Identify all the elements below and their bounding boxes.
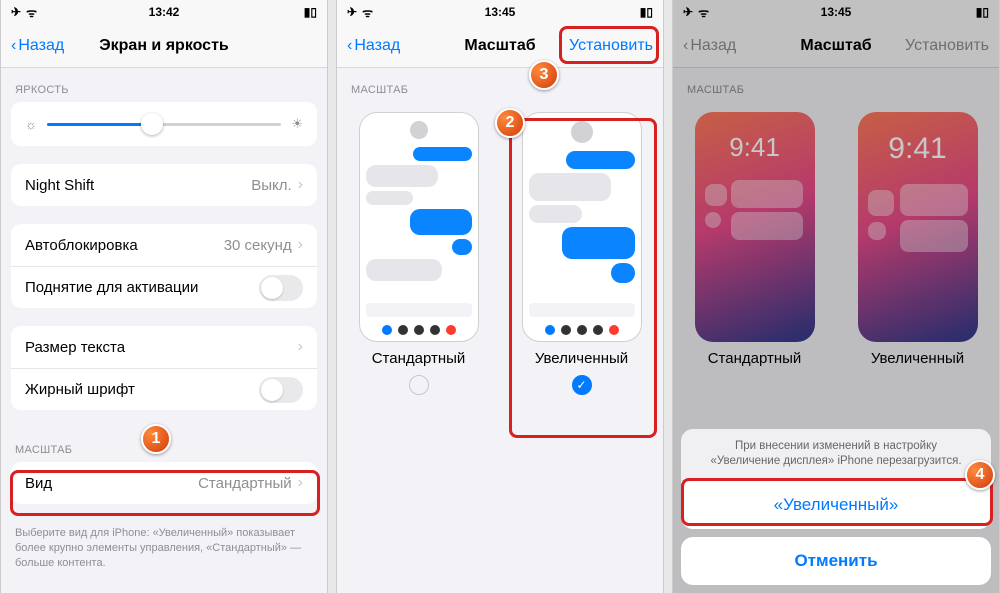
apply-button: Установить bbox=[905, 37, 989, 55]
option-zoomed-label: Увеличенный bbox=[535, 350, 628, 367]
night-shift-group: Night Shift Выкл. › bbox=[11, 164, 317, 206]
avatar-icon bbox=[571, 121, 593, 143]
section-brightness: ЯРКОСТЬ bbox=[1, 68, 327, 102]
bold-text-row: Жирный шрифт bbox=[11, 368, 317, 410]
back-button[interactable]: ‹ Назад bbox=[11, 37, 64, 55]
text-group: Размер текста › Жирный шрифт bbox=[11, 326, 317, 410]
section-zoom: МАСШТАБ bbox=[1, 428, 327, 462]
chevron-left-icon: ‹ bbox=[683, 37, 688, 55]
wifi-icon: ᯤ bbox=[362, 4, 373, 21]
lock-time: 9:41 bbox=[695, 132, 815, 163]
option-zoomed[interactable]: Увеличенный bbox=[518, 112, 646, 395]
screen-display-brightness: ✈ ᯤ 13:42 ▮▯ ‹ Назад Экран и яркость ЯРКО… bbox=[0, 0, 328, 593]
wifi-icon: ᯤ bbox=[698, 4, 709, 21]
battery-icon: ▮▯ bbox=[976, 5, 989, 19]
view-label: Вид bbox=[25, 475, 198, 492]
back-button[interactable]: ‹ Назад bbox=[347, 37, 400, 55]
option-standard: 9:41 Стандартный bbox=[691, 112, 819, 367]
view-row[interactable]: Вид Стандартный › bbox=[11, 462, 317, 504]
status-time: 13:45 bbox=[821, 5, 852, 19]
view-value: Стандартный bbox=[198, 475, 292, 492]
option-standard[interactable]: Стандартный bbox=[355, 112, 483, 395]
wifi-icon: ᯤ bbox=[26, 4, 37, 21]
status-bar: ✈ ᯤ 13:45 ▮▯ bbox=[337, 0, 663, 24]
preview-lock-standard: 9:41 bbox=[695, 112, 815, 342]
status-time: 13:42 bbox=[149, 5, 180, 19]
view-note: Выберите вид для iPhone: «Увеличенный» п… bbox=[1, 522, 327, 571]
confirm-zoomed-button[interactable]: «Увеличенный» bbox=[681, 481, 991, 529]
status-bar: ✈ ᯤ 13:42 ▮▯ bbox=[1, 0, 327, 24]
back-label: Назад bbox=[354, 37, 400, 55]
chevron-right-icon: › bbox=[298, 338, 303, 356]
autolock-group: Автоблокировка 30 секунд › Поднятие для … bbox=[11, 224, 317, 308]
back-label: Назад bbox=[18, 37, 64, 55]
raise-label: Поднятие для активации bbox=[25, 279, 259, 296]
lock-time: 9:41 bbox=[858, 132, 978, 166]
chevron-right-icon: › bbox=[298, 236, 303, 254]
preview-lock-zoomed: 9:41 bbox=[858, 112, 978, 342]
option-zoomed-label: Увеличенный bbox=[871, 350, 964, 367]
night-shift-value: Выкл. bbox=[251, 177, 291, 194]
avatar-icon bbox=[410, 121, 428, 139]
screen-zoom-select: ✈ ᯤ 13:45 ▮▯ ‹ Назад Масштаб Установить М… bbox=[336, 0, 664, 593]
raise-toggle[interactable] bbox=[259, 275, 303, 301]
autolock-row[interactable]: Автоблокировка 30 секунд › bbox=[11, 224, 317, 266]
status-time: 13:45 bbox=[485, 5, 516, 19]
status-bar: ✈ ᯤ 13:45 ▮▯ bbox=[673, 0, 999, 24]
sheet-note: При внесении изменений в настройку «Увел… bbox=[681, 429, 991, 481]
screen-zoom-confirm: ✈ ᯤ 13:45 ▮▯ ‹ Назад Масштаб Установить М… bbox=[672, 0, 1000, 593]
chevron-right-icon: › bbox=[298, 474, 303, 492]
nav-title: Экран и яркость bbox=[99, 37, 229, 55]
radio-zoomed[interactable] bbox=[572, 375, 592, 395]
sun-low-icon: ☼ bbox=[25, 117, 37, 132]
preview-standard bbox=[359, 112, 479, 342]
view-group: Вид Стандартный › bbox=[11, 462, 317, 504]
section-zoom: МАСШТАБ bbox=[337, 68, 663, 102]
bold-toggle[interactable] bbox=[259, 377, 303, 403]
battery-icon: ▮▯ bbox=[304, 5, 317, 19]
chevron-left-icon: ‹ bbox=[347, 37, 352, 55]
night-shift-row[interactable]: Night Shift Выкл. › bbox=[11, 164, 317, 206]
chevron-right-icon: › bbox=[298, 176, 303, 194]
nav-title: Масштаб bbox=[800, 37, 871, 55]
brightness-slider-row: ☼ ☀ bbox=[11, 102, 317, 146]
brightness-group: ☼ ☀ bbox=[11, 102, 317, 146]
nav-bar: ‹ Назад Масштаб Установить bbox=[673, 24, 999, 68]
nav-bar: ‹ Назад Масштаб Установить bbox=[337, 24, 663, 68]
bold-label: Жирный шрифт bbox=[25, 381, 259, 398]
battery-icon: ▮▯ bbox=[640, 5, 653, 19]
airplane-icon: ✈ bbox=[683, 5, 693, 19]
raise-to-wake-row: Поднятие для активации bbox=[11, 266, 317, 308]
nav-title: Масштаб bbox=[464, 37, 535, 55]
section-zoom: МАСШТАБ bbox=[673, 68, 999, 102]
brightness-slider[interactable] bbox=[47, 123, 281, 126]
autolock-value: 30 секунд bbox=[224, 237, 292, 254]
option-standard-label: Стандартный bbox=[372, 350, 466, 367]
option-standard-label: Стандартный bbox=[708, 350, 802, 367]
text-size-label: Размер текста bbox=[25, 339, 298, 356]
airplane-icon: ✈ bbox=[11, 5, 21, 19]
night-shift-label: Night Shift bbox=[25, 177, 251, 194]
zoom-previews: 9:41 Стандартный 9:41 Увеличенный bbox=[673, 102, 999, 373]
text-size-row[interactable]: Размер текста › bbox=[11, 326, 317, 368]
option-zoomed: 9:41 Увеличенный bbox=[854, 112, 982, 367]
autolock-label: Автоблокировка bbox=[25, 237, 224, 254]
back-button: ‹ Назад bbox=[683, 37, 736, 55]
slider-thumb[interactable] bbox=[141, 113, 163, 135]
back-label: Назад bbox=[690, 37, 736, 55]
airplane-icon: ✈ bbox=[347, 5, 357, 19]
nav-bar: ‹ Назад Экран и яркость bbox=[1, 24, 327, 68]
radio-standard[interactable] bbox=[409, 375, 429, 395]
apply-button[interactable]: Установить bbox=[569, 37, 653, 55]
chevron-left-icon: ‹ bbox=[11, 37, 16, 55]
zoom-previews: Стандартный Увеличенный bbox=[337, 102, 663, 401]
action-sheet: При внесении изменений в настройку «Увел… bbox=[681, 429, 991, 585]
sun-high-icon: ☀ bbox=[291, 116, 303, 132]
cancel-button[interactable]: Отменить bbox=[681, 537, 991, 585]
preview-zoomed bbox=[522, 112, 642, 342]
